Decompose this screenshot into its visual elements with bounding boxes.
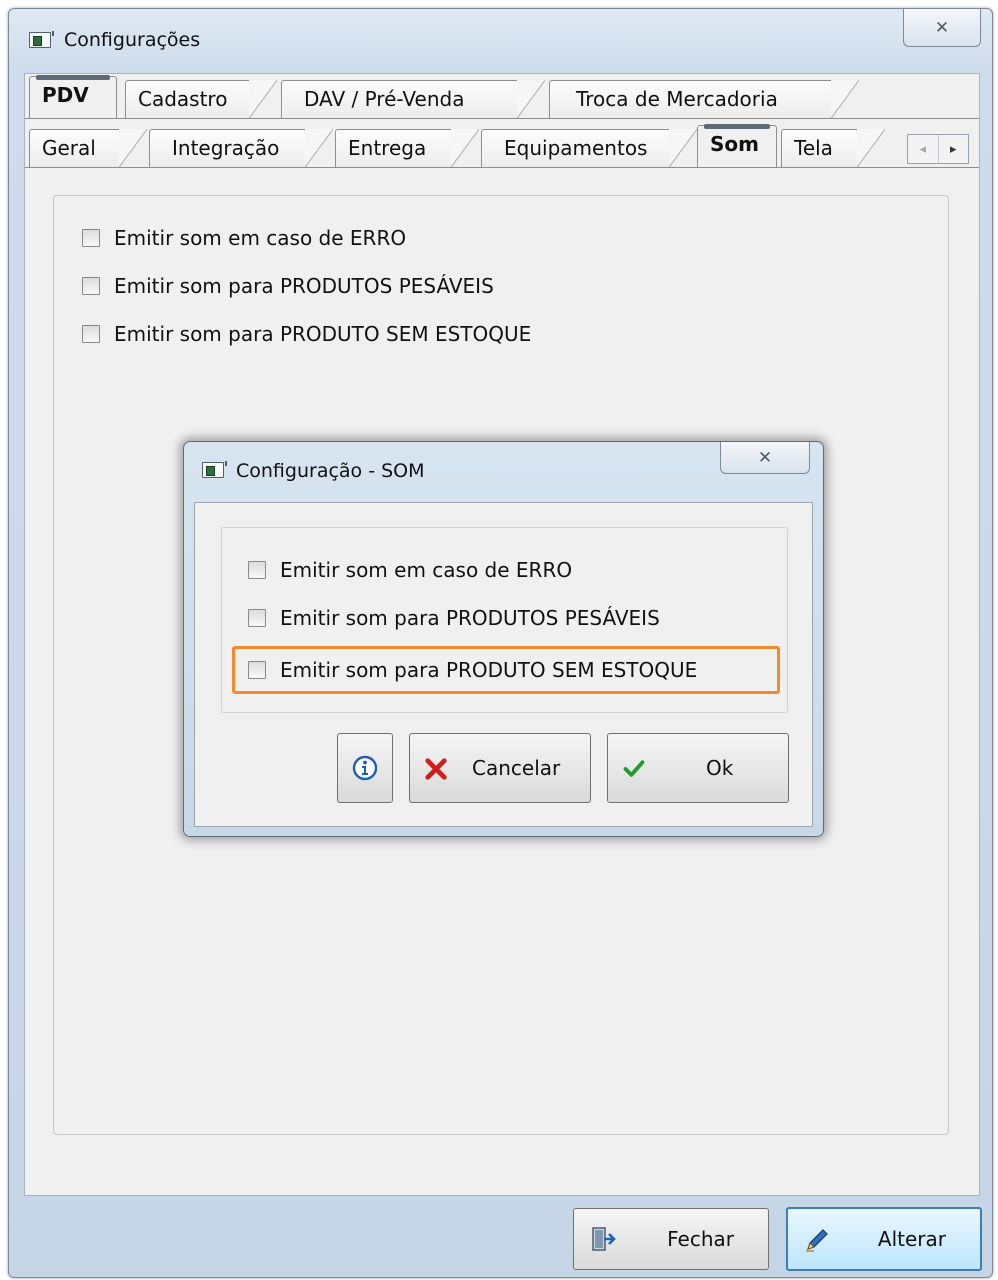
checkbox-sem-estoque[interactable]: [82, 325, 100, 343]
dialog-close-button[interactable]: ✕: [720, 442, 810, 474]
tab-integracao[interactable]: Integração: [149, 129, 333, 167]
dialog-checkbox-erro[interactable]: [248, 561, 266, 579]
tab-pdv[interactable]: PDV: [29, 75, 117, 118]
option-label: Emitir som em caso de ERRO: [114, 226, 407, 250]
option-label: Emitir som para PRODUTOS PESÁVEIS: [280, 606, 660, 630]
option-pesaveis[interactable]: Emitir som para PRODUTOS PESÁVEIS: [82, 274, 494, 298]
checkmark-icon: [623, 760, 645, 777]
window-title: Configurações: [64, 29, 201, 51]
checkbox-erro[interactable]: [82, 229, 100, 247]
tab-cadastro[interactable]: Cadastro: [125, 80, 277, 118]
scroll-right-icon[interactable]: ▸: [939, 135, 969, 163]
dialog-options-group: Emitir som em caso de ERRO Emitir som pa…: [221, 527, 788, 713]
info-icon: [352, 755, 378, 781]
option-label: Emitir som para PRODUTO SEM ESTOQUE: [280, 658, 698, 682]
title-bar: Configurações ✕: [9, 9, 992, 71]
dialog-option-erro[interactable]: Emitir som em caso de ERRO: [248, 558, 572, 582]
button-label: Alterar: [877, 1227, 946, 1251]
dialog-checkbox-pesaveis[interactable]: [248, 609, 266, 627]
dialog-option-pesaveis[interactable]: Emitir som para PRODUTOS PESÁVEIS: [248, 606, 660, 630]
option-erro[interactable]: Emitir som em caso de ERRO: [82, 226, 406, 250]
button-label: Ok: [706, 756, 734, 780]
tab-label: PDV: [42, 83, 89, 107]
scroll-left-icon[interactable]: ◂: [908, 135, 939, 163]
tab-entrega[interactable]: Entrega: [335, 129, 479, 167]
sub-tab-divider: [25, 167, 979, 168]
tab-label: Integração: [172, 136, 280, 160]
option-label: Emitir som para PRODUTOS PESÁVEIS: [114, 274, 494, 298]
dialog-option-sem-estoque[interactable]: Emitir som para PRODUTO SEM ESTOQUE: [248, 658, 697, 682]
option-label: Emitir som para PRODUTO SEM ESTOQUE: [114, 322, 532, 346]
x-icon: [425, 758, 447, 780]
button-label: Cancelar: [472, 756, 561, 780]
button-label: Fechar: [667, 1227, 734, 1251]
tab-label: Troca de Mercadoria: [576, 87, 778, 111]
tab-som[interactable]: Som: [697, 124, 777, 167]
sub-tab-row: Geral Integração Entrega Equipamentos So…: [25, 123, 979, 167]
cancel-button[interactable]: Cancelar: [409, 733, 591, 803]
tab-tela[interactable]: Tela: [781, 129, 885, 167]
tab-label: DAV / Pré-Venda: [304, 87, 465, 111]
option-sem-estoque[interactable]: Emitir som para PRODUTO SEM ESTOQUE: [82, 322, 531, 346]
tab-label: Som: [710, 132, 759, 156]
tab-label: Tela: [794, 136, 833, 160]
info-button[interactable]: [337, 733, 393, 803]
app-icon: [29, 31, 54, 48]
ok-button[interactable]: Ok: [607, 733, 789, 803]
dialog-title: Configuração - SOM: [236, 460, 425, 482]
fechar-button[interactable]: Fechar: [573, 1208, 769, 1270]
alterar-button[interactable]: Alterar: [786, 1207, 982, 1271]
pencil-icon: [806, 1229, 828, 1252]
checkbox-pesaveis[interactable]: [82, 277, 100, 295]
tab-row-divider: [25, 118, 979, 119]
tab-troca-de-mercadoria[interactable]: Troca de Mercadoria: [549, 80, 859, 118]
exit-door-icon: [592, 1227, 616, 1251]
dialog-app-icon: [202, 461, 227, 478]
config-som-dialog: Configuração - SOM ✕ Emitir som em caso …: [183, 441, 824, 837]
tab-scroll-buttons: ◂ ▸: [907, 134, 969, 164]
tab-label: Equipamentos: [504, 136, 648, 160]
tab-geral[interactable]: Geral: [29, 129, 147, 167]
tab-label: Geral: [42, 136, 96, 160]
tab-equipamentos[interactable]: Equipamentos: [481, 129, 697, 167]
dialog-body: Emitir som em caso de ERRO Emitir som pa…: [194, 502, 813, 827]
close-icon: ✕: [934, 17, 950, 38]
tab-dav-pre-venda[interactable]: DAV / Pré-Venda: [281, 80, 545, 118]
dialog-checkbox-sem-estoque[interactable]: [248, 661, 266, 679]
tab-label: Entrega: [348, 136, 427, 160]
close-icon: ✕: [757, 447, 773, 468]
tab-label: Cadastro: [138, 87, 228, 111]
top-tab-row: PDV Cadastro DAV / Pré-Venda Troca de Me…: [25, 74, 979, 118]
close-button[interactable]: ✕: [903, 9, 981, 47]
option-label: Emitir som em caso de ERRO: [280, 558, 573, 582]
